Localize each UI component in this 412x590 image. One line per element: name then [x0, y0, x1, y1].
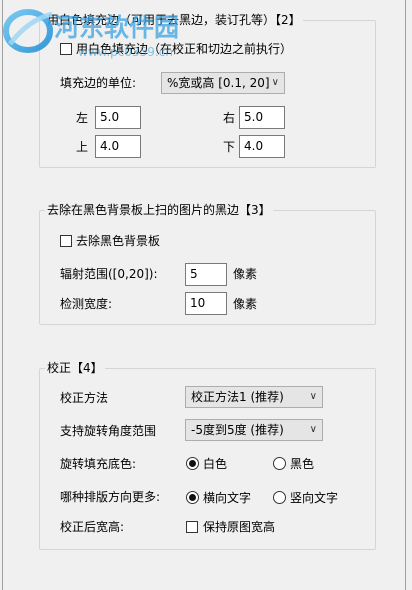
keep-size-label: 校正后宽高: — [60, 520, 125, 534]
remove-black-bg-label[interactable]: 去除黑色背景板 — [76, 234, 160, 248]
black-bg-title: 去除在黑色背景板上扫的图片的黑边【3】 — [45, 203, 273, 217]
right-border — [405, 0, 406, 590]
watermark-site-name: 河东软件园 — [54, 13, 179, 42]
unit-select[interactable]: %宽或高 [0.1, 20] ∨ — [161, 72, 285, 94]
unit-label: 填充边的单位: — [60, 76, 137, 90]
direction-label: 哪种排版方向更多: — [60, 490, 161, 504]
left-input[interactable]: 5.0 — [95, 106, 141, 129]
watermark-url: www.pc0359.cn — [78, 45, 173, 59]
unit-select-value: %宽或高 [0.1, 20] — [167, 76, 270, 90]
fill-color-label: 旋转填充底色: — [60, 457, 137, 471]
remove-black-bg-checkbox[interactable] — [60, 235, 72, 247]
fill-white-radio-label[interactable]: 白色 — [203, 457, 227, 471]
correction-title: 校正【4】 — [45, 361, 105, 375]
chevron-down-icon: ∨ — [271, 77, 279, 88]
fill-black-radio-label[interactable]: 黑色 — [290, 457, 314, 471]
horizontal-text-radio[interactable] — [186, 491, 199, 504]
horizontal-text-radio-label[interactable]: 横向文字 — [203, 491, 251, 505]
top-label: 上 — [76, 140, 89, 154]
angle-select-value: -5度到5度 (推荐) — [191, 423, 284, 437]
width-unit: 像素 — [233, 297, 258, 311]
top-input[interactable]: 4.0 — [95, 135, 141, 158]
method-select[interactable]: 校正方法1 (推荐) ∨ — [185, 386, 323, 408]
range-label: 辐射范围([0,20]): — [60, 267, 158, 281]
bottom-label: 下 — [223, 140, 236, 154]
keep-size-checkbox-label[interactable]: 保持原图宽高 — [203, 520, 275, 534]
left-label: 左 — [76, 111, 89, 125]
range-input[interactable]: 5 — [185, 263, 227, 286]
method-select-value: 校正方法1 (推荐) — [191, 390, 284, 404]
angle-label: 支持旋转角度范围 — [60, 424, 157, 438]
width-label: 检测宽度: — [60, 297, 113, 311]
right-label: 右 — [223, 111, 236, 125]
keep-size-checkbox[interactable] — [186, 521, 198, 533]
method-label: 校正方法 — [60, 391, 109, 405]
watermark-logo: 河东软件园 www.pc0359.cn — [3, 9, 179, 59]
bottom-input[interactable]: 4.0 — [239, 135, 285, 158]
left-border — [2, 0, 3, 590]
right-input[interactable]: 5.0 — [239, 106, 285, 129]
fill-black-radio[interactable] — [273, 457, 286, 470]
chevron-down-icon: ∨ — [309, 424, 317, 435]
range-unit: 像素 — [233, 267, 258, 281]
width-input[interactable]: 10 — [185, 292, 227, 315]
vertical-text-radio[interactable] — [273, 491, 286, 504]
fill-white-radio[interactable] — [186, 457, 199, 470]
vertical-text-radio-label[interactable]: 竖向文字 — [290, 491, 338, 505]
angle-select[interactable]: -5度到5度 (推荐) ∨ — [185, 419, 323, 441]
chevron-down-icon: ∨ — [309, 391, 317, 402]
